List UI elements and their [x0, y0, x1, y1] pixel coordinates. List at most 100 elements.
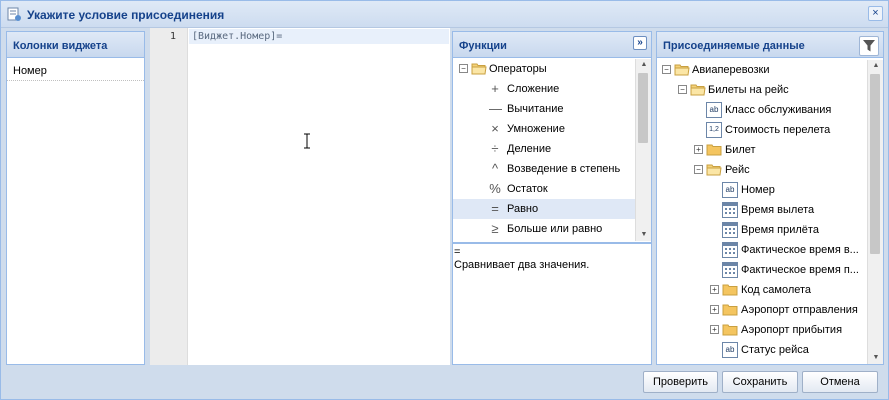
tree-node-field[interactable]: ab Статус рейса: [657, 340, 867, 360]
tree-node-label: Время прилёта: [741, 224, 819, 236]
function-description: = Сравнивает два значения.: [453, 242, 651, 364]
tree-node-label: Класс обслуживания: [725, 104, 832, 116]
folder-icon: [722, 304, 738, 316]
tree-node-kod-samoleta[interactable]: + Код самолета: [657, 280, 867, 300]
folder-icon: [706, 144, 722, 156]
tree-node-reys[interactable]: − Рейс: [657, 160, 867, 180]
functions-header: Функции: [453, 32, 651, 58]
function-item[interactable]: ^ Возведение в степень: [453, 159, 635, 179]
collapse-toggle[interactable]: −: [678, 85, 687, 94]
expand-button[interactable]: »: [633, 36, 647, 50]
plus-icon: +: [491, 81, 499, 96]
function-label: Сложение: [507, 83, 560, 95]
folder-open-icon: [706, 164, 722, 176]
description-title: =: [454, 246, 461, 258]
equals-icon: =: [491, 201, 499, 216]
collapse-toggle[interactable]: −: [694, 165, 703, 174]
tree-node-aeroport-otpravleniya[interactable]: + Аэропорт отправления: [657, 300, 867, 320]
filter-icon: [863, 40, 875, 52]
joined-data-tree: − Авиаперевозки − Билеты на рейс ab Клас…: [657, 60, 867, 364]
folder-open-icon: [690, 84, 706, 96]
date-field-icon: [722, 202, 738, 218]
scrollbar-thumb[interactable]: [870, 74, 880, 254]
text-cursor-icon: [304, 133, 310, 149]
line-gutter: 1: [150, 28, 188, 365]
tree-node-aviaperevozki[interactable]: − Авиаперевозки: [657, 60, 867, 80]
function-item-selected[interactable]: = Равно: [453, 199, 635, 219]
scroll-up-icon[interactable]: ▲: [636, 59, 651, 71]
function-item[interactable]: + Сложение: [453, 79, 635, 99]
tree-node-label: Стоимость перелета: [725, 124, 831, 136]
collapse-toggle[interactable]: −: [662, 65, 671, 74]
function-item[interactable]: ÷ Деление: [453, 139, 635, 159]
expression-editor[interactable]: 1 [Виджет.Номер]=: [150, 28, 450, 365]
expand-toggle[interactable]: +: [710, 325, 719, 334]
scroll-up-icon[interactable]: ▲: [868, 60, 883, 72]
tree-node-label: Аэропорт прибытия: [741, 324, 843, 336]
text-field-icon: ab: [722, 182, 738, 198]
tree-node-label: Номер: [741, 184, 775, 196]
close-button[interactable]: ×: [868, 6, 883, 21]
filter-button[interactable]: [859, 36, 879, 56]
collapse-toggle[interactable]: −: [459, 64, 468, 73]
divide-icon: ÷: [491, 141, 499, 156]
tree-node-field[interactable]: Фактическое время п...: [657, 260, 867, 280]
greater-equal-icon: ≥: [491, 221, 499, 236]
tree-node-label: Авиаперевозки: [692, 64, 770, 76]
function-item[interactable]: ≥ Больше или равно: [453, 219, 635, 239]
joined-data-scrollbar[interactable]: ▲ ▼: [867, 60, 883, 364]
scroll-down-icon[interactable]: ▼: [868, 352, 883, 364]
power-icon: ^: [491, 161, 499, 176]
date-field-icon: [722, 222, 738, 238]
tree-node-field[interactable]: ab Класс обслуживания: [657, 100, 867, 120]
cancel-button[interactable]: Отмена: [802, 371, 878, 393]
scrollbar-thumb[interactable]: [638, 73, 648, 143]
dialog-icon: [7, 7, 21, 21]
tree-node-field[interactable]: 1,2 Стоимость перелета: [657, 120, 867, 140]
check-button[interactable]: Проверить: [643, 371, 718, 393]
folder-icon: [722, 324, 738, 336]
tree-node-label: Код самолета: [741, 284, 812, 296]
dialog-titlebar[interactable]: Укажите условие присоединения ×: [1, 1, 888, 28]
function-group-label: Операторы: [489, 63, 547, 75]
tree-node-field[interactable]: ab Номер: [657, 180, 867, 200]
tree-node-label: Время вылета: [741, 204, 815, 216]
function-group-operators[interactable]: − Операторы: [453, 59, 635, 79]
function-label: Умножение: [507, 123, 565, 135]
function-item[interactable]: — Вычитание: [453, 99, 635, 119]
tree-node-label: Билеты на рейс: [708, 84, 789, 96]
expand-toggle[interactable]: +: [710, 285, 719, 294]
date-field-icon: [722, 262, 738, 278]
folder-open-icon: [674, 64, 690, 76]
tree-node-label: Рейс: [725, 164, 750, 176]
function-label: Возведение в степень: [507, 163, 621, 175]
folder-icon: [722, 284, 738, 296]
tree-node-field[interactable]: Время прилёта: [657, 220, 867, 240]
dialog-title: Укажите условие присоединения: [27, 8, 225, 22]
tree-node-bilet[interactable]: + Билет: [657, 140, 867, 160]
function-label: Деление: [507, 143, 552, 155]
scroll-down-icon[interactable]: ▼: [636, 229, 651, 241]
functions-scrollbar[interactable]: ▲ ▼: [635, 59, 651, 241]
column-item-nomer[interactable]: Номер: [7, 60, 144, 81]
save-button[interactable]: Сохранить: [722, 371, 798, 393]
function-item[interactable]: % Остаток: [453, 179, 635, 199]
line-number: 1: [169, 31, 176, 42]
function-item[interactable]: × Умножение: [453, 119, 635, 139]
function-label: Вычитание: [507, 103, 564, 115]
tree-node-label: Аэропорт отправления: [741, 304, 858, 316]
tree-node-field[interactable]: Фактическое время в...: [657, 240, 867, 260]
close-icon: ×: [872, 7, 879, 19]
tree-node-label: Фактическое время п...: [741, 264, 859, 276]
expand-toggle[interactable]: +: [694, 145, 703, 154]
widget-columns-panel: Колонки виджета Номер: [6, 31, 145, 365]
expand-toggle[interactable]: +: [710, 305, 719, 314]
tree-node-bilety-na-reys[interactable]: − Билеты на рейс: [657, 80, 867, 100]
joined-data-panel: Присоединяемые данные − Авиаперевозки − …: [656, 31, 884, 365]
tree-node-label: Статус рейса: [741, 344, 809, 356]
tree-node-aeroport-pribytiya[interactable]: + Аэропорт прибытия: [657, 320, 867, 340]
code-line[interactable]: [Виджет.Номер]=: [192, 31, 282, 42]
joined-data-header: Присоединяемые данные: [657, 32, 883, 58]
tree-node-field[interactable]: Время вылета: [657, 200, 867, 220]
percent-icon: %: [489, 181, 501, 196]
